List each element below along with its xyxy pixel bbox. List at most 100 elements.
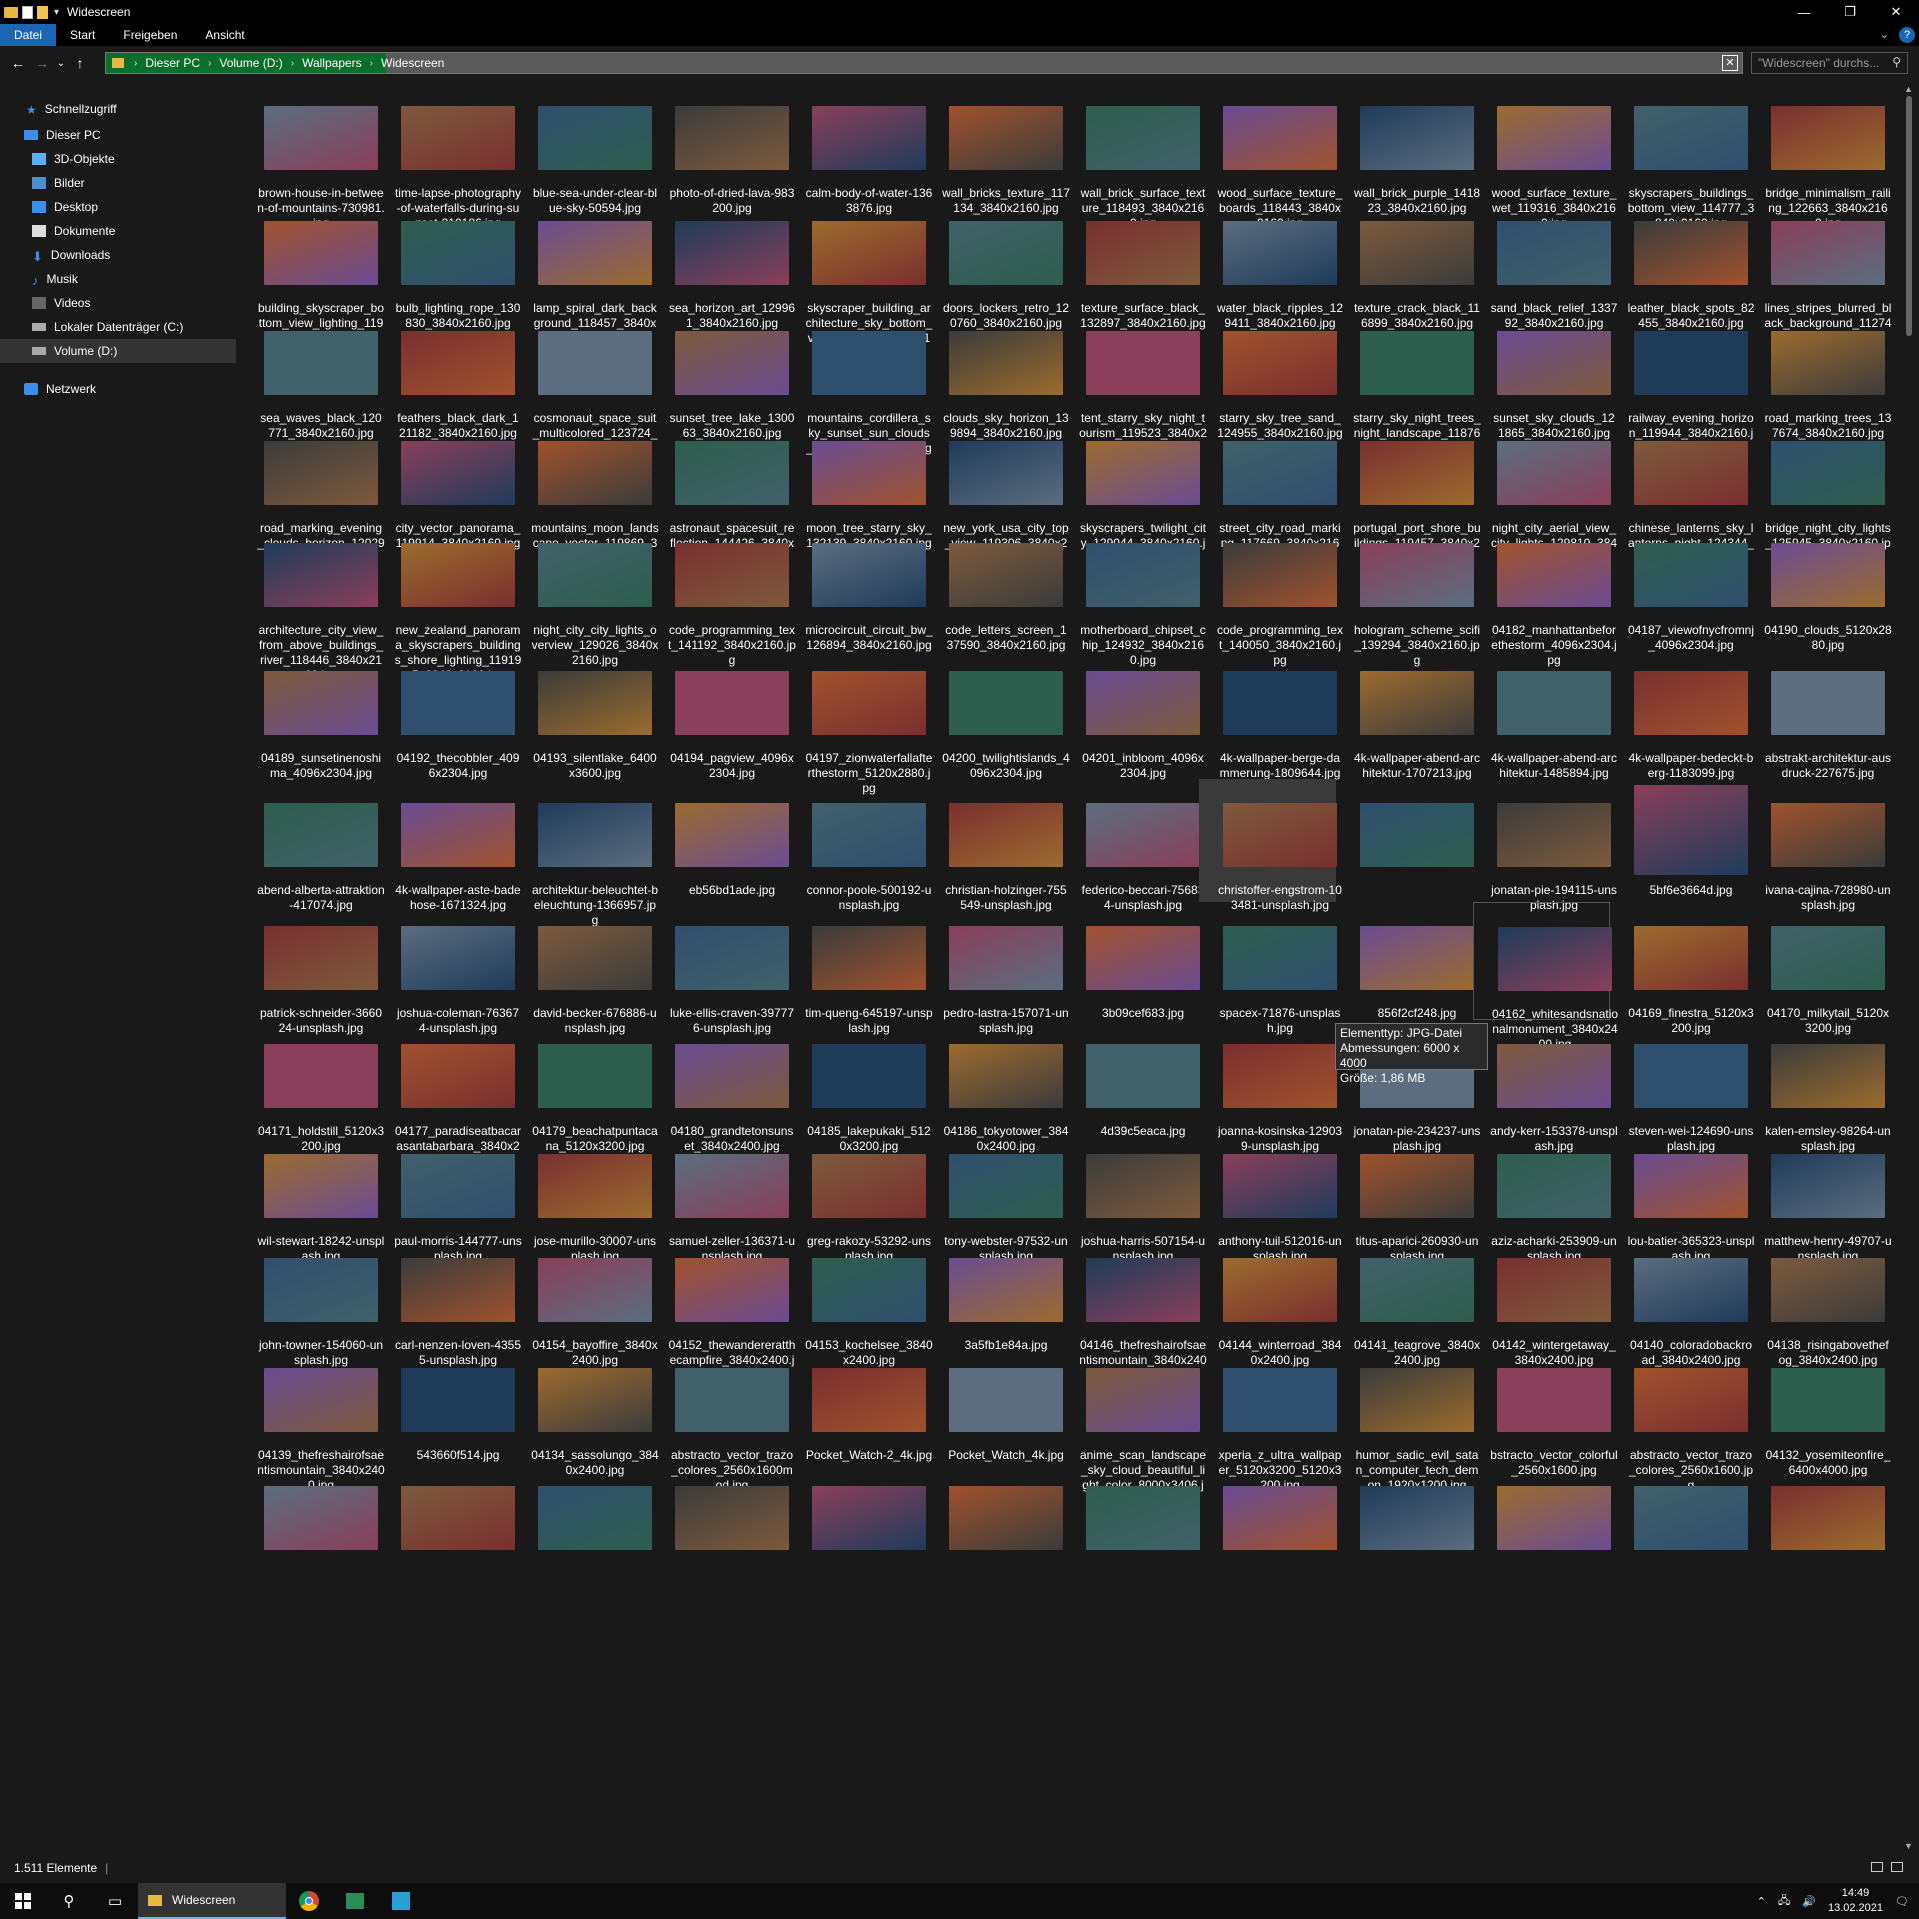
file-item[interactable]: 04190_clouds_5120x2880.jpg: [1747, 519, 1892, 652]
file-item[interactable]: architecture_city_view_from_above_buildi…: [240, 519, 383, 682]
file-item[interactable]: doors_lockers_retro_120760_3840x2160.jpg: [925, 197, 1069, 330]
file-item[interactable]: [1199, 1462, 1337, 1550]
file-item[interactable]: sand_black_relief_133792_3840x2160.jpg: [1473, 197, 1617, 330]
sidebar-item-downloads[interactable]: ⬇ Downloads: [32, 243, 110, 267]
properties-icon[interactable]: [22, 5, 33, 19]
file-item[interactable]: 04154_bayoffire_3840x2400.jpg: [514, 1234, 658, 1367]
file-item[interactable]: new_zealand_panorama_skyscrapers_buildin…: [377, 519, 521, 682]
scroll-up-icon[interactable]: ▲: [1904, 84, 1913, 94]
file-item[interactable]: anime_scan_landscape_sky_cloud_beautiful…: [1062, 1344, 1206, 1507]
file-item[interactable]: jose-murillo-30007-unsplash.jpg: [514, 1130, 656, 1263]
vertical-scrollbar[interactable]: ▲ ▼: [1900, 82, 1919, 1853]
file-item[interactable]: skyscrapers_buildings_bottom_view_114777…: [1610, 82, 1754, 230]
file-item[interactable]: 543660f514.jpg: [377, 1344, 515, 1462]
file-item[interactable]: humor_sadic_evil_satan_computer_tech_dem…: [1336, 1344, 1478, 1492]
sidebar-item-quick-access[interactable]: ★ Schnellzugriff: [26, 97, 117, 121]
file-item[interactable]: 04142_wintergetaway_3840x2400.jpg: [1473, 1234, 1616, 1367]
sidebar-item-documents[interactable]: Dokumente: [32, 219, 115, 243]
file-item[interactable]: code_programming_text_141192_3840x2160.j…: [651, 519, 796, 667]
recent-locations-button[interactable]: ⌄: [54, 51, 68, 75]
file-item[interactable]: new_york_usa_city_top_view_119306_3840x2…: [925, 417, 1069, 565]
file-item[interactable]: 04162_whitesandsnationalmonument_3840x24…: [1473, 902, 1618, 1051]
file-item[interactable]: steven-wei-124690-unsplash.jpg: [1610, 1020, 1753, 1153]
file-item[interactable]: eb56bd1ade.jpg: [651, 779, 789, 902]
file-item[interactable]: 04146_thefreshairofsaentismountain_3840x…: [1062, 1234, 1207, 1382]
file-item[interactable]: night_city_city_lights_overview_129026_3…: [514, 519, 658, 667]
file-item[interactable]: clouds_sky_horizon_139894_3840x2160.jpg: [925, 307, 1069, 440]
file-item[interactable]: city_vector_panorama_119914_3840x2160.jp…: [377, 417, 520, 550]
file-item[interactable]: skyscraper_building_architecture_sky_bot…: [788, 197, 932, 360]
file-item[interactable]: abend-alberta-attraktion-417074.jpg: [240, 779, 385, 912]
file-item[interactable]: 04153_kochelsee_3840x2400.jpg: [788, 1234, 933, 1367]
file-item[interactable]: sea_waves_black_120771_3840x2160.jpg: [240, 307, 382, 440]
file-item[interactable]: night_city_aerial_view_city_lights_12981…: [1473, 417, 1617, 565]
file-item[interactable]: 4k-wallpaper-berge-dammerung-1809644.jpg: [1199, 647, 1340, 780]
file-item[interactable]: wall_brick_purple_141823_3840x2160.jpg: [1336, 82, 1480, 215]
show-hidden-icons-icon[interactable]: ⌃: [1757, 1895, 1766, 1908]
file-item[interactable]: chinese_lanterns_sky_lanterns_night_1243…: [1610, 417, 1754, 565]
file-item[interactable]: blue-sea-under-clear-blue-sky-50594.jpg: [514, 82, 657, 215]
file-item[interactable]: road_marking_trees_137674_3840x2160.jpg: [1747, 307, 1891, 440]
large-icons-view-icon[interactable]: [1891, 1862, 1903, 1872]
file-item[interactable]: 4k-wallpaper-aste-badehose-1671324.jpg: [377, 779, 521, 912]
file-item[interactable]: starry_sky_night_trees_night_landscape_1…: [1336, 307, 1481, 455]
file-item[interactable]: pedro-lastra-157071-unsplash.jpg: [925, 902, 1069, 1035]
file-item[interactable]: patrick-schneider-366024-unsplash.jpg: [240, 902, 382, 1035]
scroll-down-icon[interactable]: ▼: [1904, 1841, 1913, 1851]
file-item[interactable]: abstracto_vector_trazo_colores_2560x1600…: [1610, 1344, 1753, 1492]
file-item[interactable]: 04192_thecobbler_4096x2304.jpg: [377, 647, 519, 780]
file-item[interactable]: [377, 1462, 515, 1550]
chevron-right-icon[interactable]: ›: [204, 58, 215, 69]
file-item[interactable]: [1747, 1462, 1885, 1550]
file-item[interactable]: code_programming_text_140050_3840x2160.j…: [1199, 519, 1343, 667]
file-item[interactable]: [788, 1462, 926, 1550]
file-item[interactable]: hologram_scheme_scifi_139294_3840x2160.j…: [1336, 519, 1480, 667]
file-item[interactable]: 4k-wallpaper-abend-architektur-1485894.j…: [1473, 647, 1617, 780]
file-item[interactable]: photo-of-dried-lava-983200.jpg: [651, 82, 794, 215]
file-item[interactable]: leather_black_spots_82455_3840x2160.jpg: [1610, 197, 1754, 330]
file-item[interactable]: [514, 1462, 652, 1550]
file-item[interactable]: starry_sky_tree_sand_124955_3840x2160.jp…: [1199, 307, 1343, 440]
file-item[interactable]: wall_bricks_texture_117134_3840x2160.jpg: [925, 82, 1070, 215]
file-item[interactable]: joshua-coleman-763674-unsplash.jpg: [377, 902, 519, 1035]
file-item[interactable]: 04152_thewandereratthecampfire_3840x2400…: [651, 1234, 795, 1382]
file-item[interactable]: ivana-cajina-728980-unsplash.jpg: [1747, 779, 1891, 912]
new-folder-icon[interactable]: [37, 5, 48, 19]
file-item[interactable]: 3a5fb1e84a.jpg: [925, 1234, 1063, 1352]
volume-icon[interactable]: 🔊: [1802, 1895, 1816, 1908]
sidebar-item-3d-objects[interactable]: 3D-Objekte: [32, 147, 115, 171]
file-item[interactable]: bridge_night_city_lights_125945_3840x216…: [1747, 417, 1891, 565]
task-view-icon[interactable]: ▭: [92, 1883, 138, 1919]
file-item[interactable]: 04170_milkytail_5120x3200.jpg: [1747, 902, 1889, 1035]
file-item[interactable]: [240, 1462, 378, 1550]
file-item[interactable]: wood_surface_texture_boards_118443_3840x…: [1199, 82, 1342, 230]
notifications-icon[interactable]: 🗨: [1895, 1895, 1909, 1908]
file-item[interactable]: 04193_silentlake_6400x3600.jpg: [514, 647, 657, 780]
file-item[interactable]: microcircuit_circuit_bw_126894_3840x2160…: [788, 519, 933, 652]
file-item[interactable]: joshua-harris-507154-unsplash.jpg: [1062, 1130, 1205, 1263]
file-item[interactable]: road_marking_evening_clouds_horizon_1202…: [240, 417, 385, 565]
file-item[interactable]: Pocket_Watch_4k.jpg: [925, 1344, 1064, 1462]
file-item[interactable]: aziz-acharki-253909-unsplash.jpg: [1473, 1130, 1617, 1263]
app-icon[interactable]: [332, 1883, 378, 1919]
file-item[interactable]: 04187_viewofnycfromnj_4096x2304.jpg: [1610, 519, 1754, 652]
file-item[interactable]: 04200_twilightislands_4096x2304.jpg: [925, 647, 1070, 780]
file-item[interactable]: wil-stewart-18242-unsplash.jpg: [240, 1130, 384, 1263]
file-item[interactable]: astronaut_spacesuit_reflection_144426_38…: [651, 417, 794, 565]
file-item[interactable]: wood_surface_texture_wet_119316_3840x216…: [1473, 82, 1616, 230]
breadcrumb-wallpapers[interactable]: Wallpapers: [298, 56, 366, 70]
start-button[interactable]: [0, 1883, 46, 1919]
file-item[interactable]: [925, 1462, 1063, 1550]
clock[interactable]: 14:49 13.02.2021: [1828, 1886, 1883, 1916]
file-item[interactable]: titus-aparici-260930-unsplash.jpg: [1336, 1130, 1478, 1263]
file-item[interactable]: [651, 1462, 789, 1550]
file-item[interactable]: skyscrapers_twilight_city_129044_3840x21…: [1062, 417, 1206, 565]
file-item[interactable]: 04179_beachatpuntacana_5120x3200.jpg: [514, 1020, 658, 1153]
file-item[interactable]: texture_surface_black_132897_3840x2160.j…: [1062, 197, 1206, 330]
file-item[interactable]: 04134_sassolungo_3840x2400.jpg: [514, 1344, 659, 1477]
file-item[interactable]: 856f2cf248.jpg: [1336, 902, 1474, 1020]
file-item[interactable]: david-becker-676886-unsplash.jpg: [514, 902, 657, 1035]
file-item[interactable]: carl-nenzen-loven-43555-unsplash.jpg: [377, 1234, 521, 1367]
file-item[interactable]: tony-webster-97532-unsplash.jpg: [925, 1130, 1068, 1263]
file-item[interactable]: railway_evening_horizon_119944_3840x2160…: [1610, 307, 1754, 455]
